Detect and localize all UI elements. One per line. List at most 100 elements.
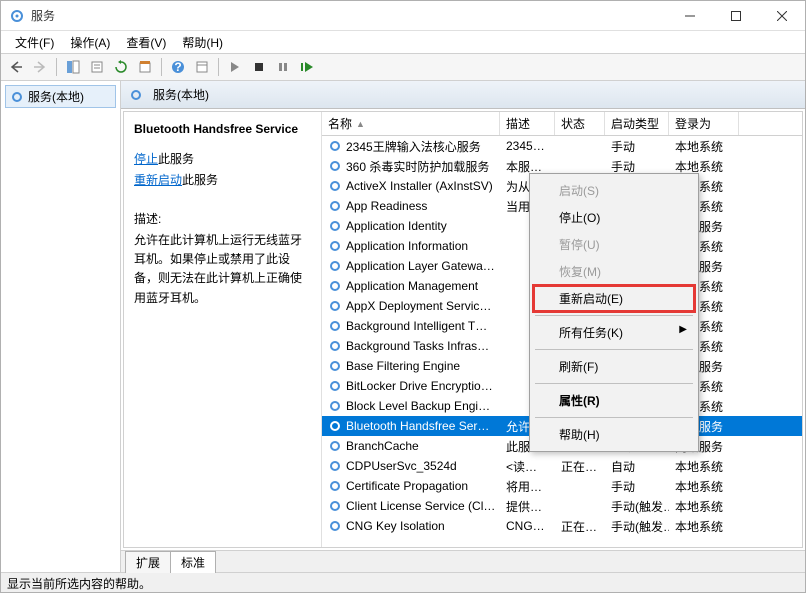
row-status: 正在… [555, 516, 605, 537]
context-menu-item: 启动(S) [533, 177, 695, 204]
row-start: 手动 [605, 476, 669, 497]
menu-action[interactable]: 操作(A) [62, 32, 118, 53]
column-status[interactable]: 状态 [555, 112, 605, 135]
submenu-arrow-icon: ▶ [679, 324, 687, 335]
row-desc: 提供… [500, 496, 555, 517]
service-row[interactable]: Certificate Propagation将用…手动本地系统 [322, 476, 802, 496]
gear-icon [328, 399, 342, 413]
toolbar-separator [218, 58, 219, 76]
pause-service-button[interactable] [272, 56, 294, 78]
description-text: 允许在此计算机上运行无线蓝牙耳机。如果停止或禁用了此设备，则无法在此计算机上正确… [134, 231, 311, 308]
row-logon: 本地系统 [669, 136, 739, 157]
selected-service-name: Bluetooth Handsfree Service [134, 122, 311, 136]
row-name: ActiveX Installer (AxInstSV) [346, 179, 493, 193]
right-pane: 服务(本地) Bluetooth Handsfree Service 停止此服务… [121, 81, 805, 572]
sort-asc-icon: ▲ [356, 119, 365, 129]
row-name: App Readiness [346, 199, 427, 213]
gear-icon [328, 279, 342, 293]
toolbar-separator [56, 58, 57, 76]
row-desc: 将用… [500, 476, 555, 497]
gear-icon [328, 359, 342, 373]
row-status [555, 504, 605, 508]
row-status: 正在… [555, 456, 605, 477]
stop-service-link[interactable]: 停止 [134, 152, 158, 166]
column-name[interactable]: 名称▲ [322, 112, 500, 135]
row-start: 自动 [605, 456, 669, 477]
maximize-button[interactable] [713, 1, 759, 30]
svg-text:?: ? [174, 60, 181, 74]
gear-icon [328, 139, 342, 153]
export-list-button[interactable] [86, 56, 108, 78]
minimize-button[interactable] [667, 1, 713, 30]
context-menu-item[interactable]: 停止(O) [533, 204, 695, 231]
menu-view[interactable]: 查看(V) [118, 32, 174, 53]
row-name: Application Management [346, 279, 478, 293]
row-status [555, 164, 605, 168]
context-menu-separator [535, 417, 693, 418]
context-menu-item[interactable]: 属性(R) [533, 387, 695, 414]
context-menu-item: 恢复(M) [533, 258, 695, 285]
refresh-button[interactable] [110, 56, 132, 78]
context-menu-separator [535, 315, 693, 316]
nav-forward-button[interactable] [29, 56, 51, 78]
nav-back-button[interactable] [5, 56, 27, 78]
gear-icon [328, 519, 342, 533]
context-menu-item[interactable]: 重新启动(E) [533, 285, 695, 312]
right-body: Bluetooth Handsfree Service 停止此服务 重新启动此服… [123, 111, 803, 548]
view-tabs: 扩展 标准 [121, 550, 805, 572]
service-row[interactable]: CDPUserSvc_3524d<读…正在…自动本地系统 [322, 456, 802, 476]
row-status [555, 484, 605, 488]
row-start: 手动(触发… [605, 516, 669, 537]
service-row[interactable]: Client License Service (Cl…提供…手动(触发…本地系统 [322, 496, 802, 516]
menu-help[interactable]: 帮助(H) [174, 32, 231, 53]
restart-service-button[interactable] [296, 56, 318, 78]
gear-icon [328, 259, 342, 273]
column-desc[interactable]: 描述 [500, 112, 555, 135]
tree-pane[interactable]: 服务(本地) [1, 81, 121, 572]
row-name: Bluetooth Handsfree Ser… [346, 419, 489, 433]
row-logon: 本地系统 [669, 516, 739, 537]
restart-suffix: 此服务 [182, 173, 218, 187]
start-service-button[interactable] [224, 56, 246, 78]
row-name: 360 杀毒实时防护加载服务 [346, 158, 489, 175]
stop-service-button[interactable] [248, 56, 270, 78]
gear-icon [328, 199, 342, 213]
row-name: AppX Deployment Servic… [346, 299, 491, 313]
row-name: Base Filtering Engine [346, 359, 460, 373]
context-menu: 启动(S)停止(O)暂停(U)恢复(M)重新启动(E)所有任务(K)▶刷新(F)… [529, 173, 699, 452]
gear-icon [328, 339, 342, 353]
window-title: 服务 [31, 7, 667, 24]
service-row[interactable]: 2345王牌输入法核心服务2345…手动本地系统 [322, 136, 802, 156]
context-menu-item[interactable]: 帮助(H) [533, 421, 695, 448]
app-icon [9, 8, 25, 24]
tab-standard[interactable]: 标准 [170, 551, 216, 573]
right-header-title: 服务(本地) [153, 86, 209, 103]
gear-icon [328, 379, 342, 393]
properties-button[interactable] [134, 56, 156, 78]
restart-service-link[interactable]: 重新启动 [134, 173, 182, 187]
gear-icon [328, 499, 342, 513]
restart-service-line: 重新启动此服务 [134, 171, 311, 188]
close-button[interactable] [759, 1, 805, 30]
column-logon[interactable]: 登录为 [669, 112, 739, 135]
context-menu-item[interactable]: 所有任务(K)▶ [533, 319, 695, 346]
row-name: Certificate Propagation [346, 479, 468, 493]
toolbar-separator [161, 58, 162, 76]
menu-file[interactable]: 文件(F) [7, 32, 62, 53]
show-hide-tree-button[interactable] [62, 56, 84, 78]
tree-node-services-local[interactable]: 服务(本地) [5, 85, 116, 108]
row-name: BranchCache [346, 439, 419, 453]
properties-sheet-button[interactable] [191, 56, 213, 78]
service-row[interactable]: CNG Key IsolationCNG…正在…手动(触发…本地系统 [322, 516, 802, 536]
row-logon: 本地系统 [669, 496, 739, 517]
row-desc: CNG… [500, 517, 555, 535]
column-startup[interactable]: 启动类型 [605, 112, 669, 135]
gear-icon [328, 459, 342, 473]
row-start: 手动(触发… [605, 496, 669, 517]
help-button[interactable]: ? [167, 56, 189, 78]
context-menu-item[interactable]: 刷新(F) [533, 353, 695, 380]
menubar: 文件(F) 操作(A) 查看(V) 帮助(H) [1, 31, 805, 53]
list-header: 名称▲ 描述 状态 启动类型 登录为 [322, 112, 802, 136]
tree-node-label: 服务(本地) [28, 88, 84, 105]
tab-extended[interactable]: 扩展 [125, 551, 171, 573]
